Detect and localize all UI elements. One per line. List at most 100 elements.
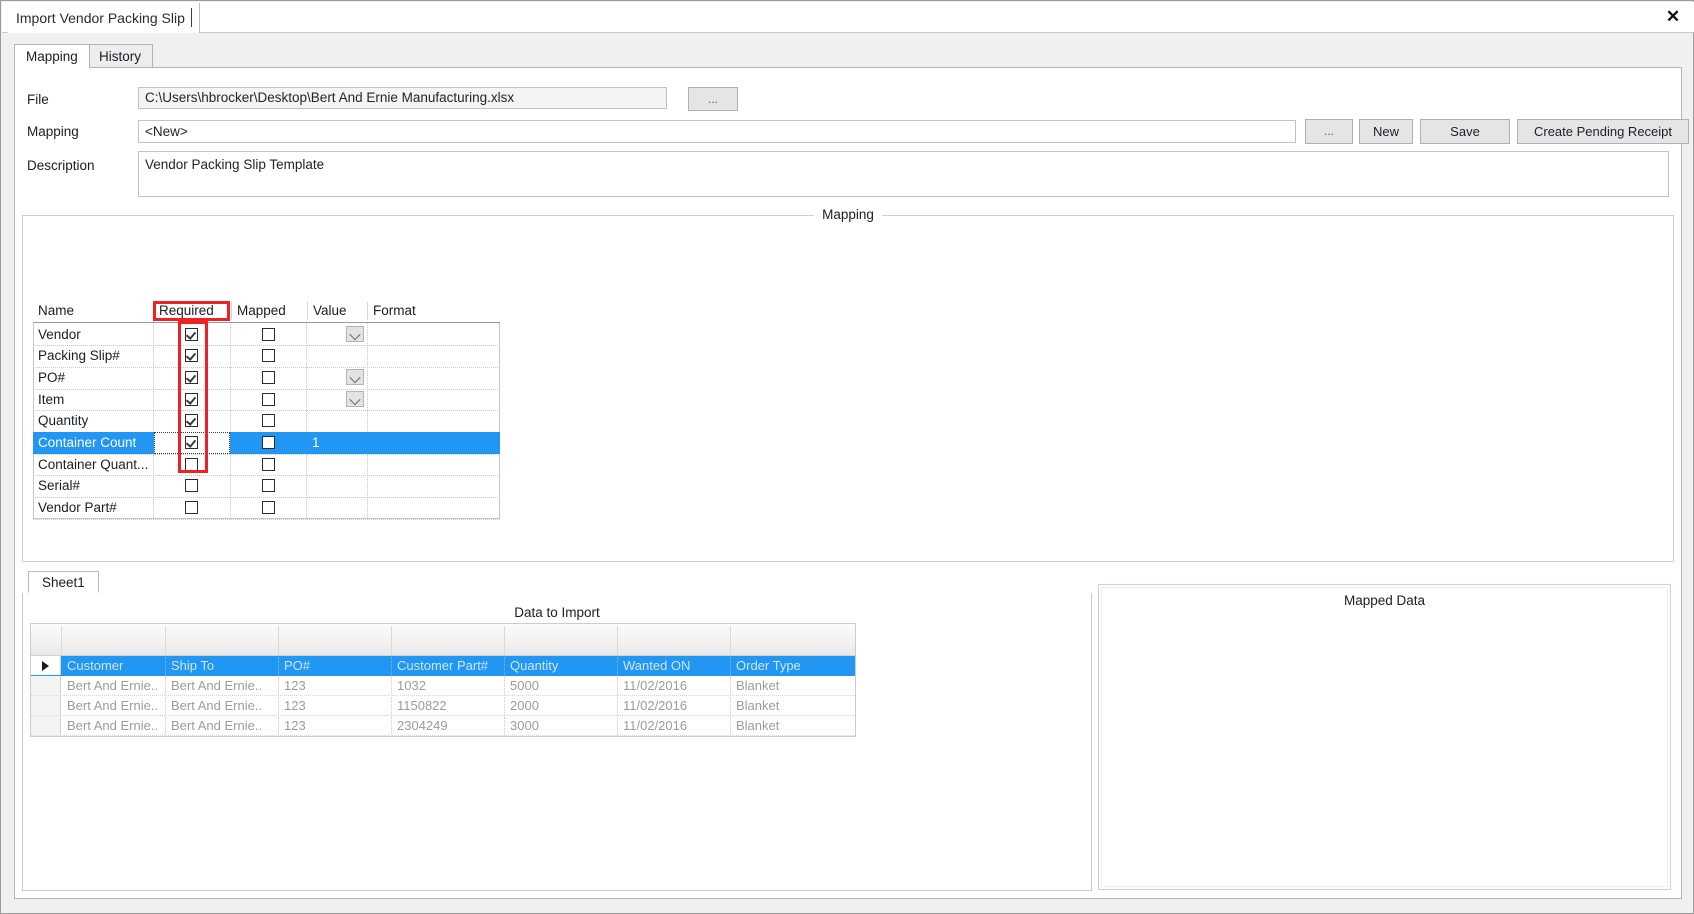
mapped-checkbox[interactable] (262, 414, 275, 428)
column-header-required[interactable]: Required (154, 299, 231, 322)
mapped-checkbox[interactable] (262, 479, 275, 493)
sheet-tab-sheet1[interactable]: Sheet1 (28, 571, 99, 593)
data-grid-cell[interactable]: Blanket (730, 676, 842, 696)
column-header-value[interactable]: Value (308, 299, 367, 322)
mapped-checkbox[interactable] (262, 370, 275, 384)
required-checkbox[interactable] (185, 414, 198, 428)
close-icon[interactable]: ✕ (1660, 5, 1686, 29)
data-grid-cell[interactable]: 2304249 (391, 716, 504, 736)
data-grid-cell[interactable]: Blanket (730, 696, 842, 716)
mapping-row-value[interactable]: 1 (308, 432, 368, 454)
data-grid-cell[interactable]: 3000 (504, 716, 617, 736)
data-grid-rows-host: Customer Ship To PO# Customer Part# Quantity… (31, 656, 855, 736)
value-dropdown-icon[interactable] (346, 368, 364, 385)
data-grid-header-cell: PO# (284, 658, 311, 673)
row-selector[interactable] (31, 716, 61, 735)
new-button[interactable]: New (1359, 119, 1413, 144)
data-grid-cell[interactable]: Bert And Ernie.. (61, 676, 165, 696)
row-selector[interactable] (31, 696, 61, 715)
data-to-import-grid: Customer Ship To PO# Customer Part# Quantity… (30, 623, 856, 737)
mapped-data-panel: Mapped Data (1098, 584, 1671, 890)
mapping-grid-header: Name Required Mapped Value Format (33, 299, 500, 323)
file-path-input[interactable]: C:\Users\hbrocker\Desktop\Bert And Ernie… (138, 87, 667, 109)
data-grid-cell[interactable]: 11/02/2016 (617, 676, 730, 696)
mapping-row-name: Vendor Part# (38, 500, 117, 516)
data-grid-cell[interactable]: 123 (278, 676, 391, 696)
mapped-data-inner-border (1101, 587, 1668, 887)
data-grid-row[interactable]: Bert And Ernie.. Bert And Ernie.. 123 1032 5… (31, 676, 855, 696)
required-checkbox[interactable] (185, 370, 198, 384)
value-dropdown-icon[interactable] (346, 325, 364, 342)
data-grid-cell[interactable]: Bert And Ernie.. (165, 716, 278, 736)
mapped-checkbox[interactable] (262, 501, 275, 515)
file-browse-button[interactable]: ... (688, 87, 738, 111)
column-header-format[interactable]: Format (368, 299, 500, 322)
row-selector-header[interactable] (31, 656, 61, 675)
data-grid-header-cell: Order Type (736, 658, 801, 673)
required-checkbox[interactable] (185, 392, 198, 406)
data-grid-row[interactable]: Bert And Ernie.. Bert And Ernie.. 123 23042… (31, 716, 855, 736)
mapped-data-title: Mapped Data (1343, 593, 1426, 608)
mapping-row-name: Item (38, 391, 65, 407)
data-grid-cell[interactable]: 5000 (504, 676, 617, 696)
data-grid-header-cell: Ship To (171, 658, 215, 673)
data-grid-cell[interactable]: Bert And Ernie.. (61, 696, 165, 716)
data-grid-cell[interactable]: 1032 (391, 676, 504, 696)
data-grid-row[interactable]: Bert And Ernie.. Bert And Ernie.. 123 11508… (31, 696, 855, 716)
mapping-group-title: Mapping (23, 207, 1673, 222)
document-tab-import-vendor-packing-slip[interactable]: Import Vendor Packing Slip (8, 3, 200, 33)
column-header-name[interactable]: Name (33, 299, 153, 322)
mapped-checkbox[interactable] (262, 327, 275, 341)
required-checkbox[interactable] (185, 349, 198, 363)
mapped-checkbox[interactable] (262, 436, 275, 449)
description-label: Description (27, 158, 95, 173)
description-input[interactable]: Vendor Packing Slip Template (138, 151, 1669, 197)
data-grid-cell[interactable]: 123 (278, 716, 391, 736)
row-selector[interactable] (31, 676, 61, 695)
file-label: File (27, 92, 49, 107)
mapping-row-name: Container Count (38, 435, 137, 450)
data-grid-header-cell: Wanted ON (623, 658, 691, 673)
mapped-checkbox[interactable] (262, 349, 275, 363)
data-grid-cell[interactable]: Blanket (730, 716, 842, 736)
mapped-checkbox[interactable] (262, 457, 275, 471)
mapping-browse-button[interactable]: ... (1305, 119, 1353, 144)
data-grid-cell[interactable]: 11/02/2016 (617, 696, 730, 716)
data-to-import-title: Data to Import (514, 605, 600, 620)
data-grid-cell[interactable]: Bert And Ernie.. (165, 696, 278, 716)
grid-row-separator (33, 518, 500, 520)
data-to-import-panel: Data to Import Customer Ship To PO# Custome… (22, 593, 1092, 891)
mapping-label: Mapping (27, 124, 79, 139)
value-dropdown-icon[interactable] (346, 390, 364, 407)
text-caret (191, 8, 192, 27)
data-grid-header-row[interactable]: Customer Ship To PO# Customer Part# Quantity… (31, 656, 855, 676)
data-grid-cell[interactable]: Bert And Ernie.. (165, 676, 278, 696)
data-grid-cell[interactable]: 2000 (504, 696, 617, 716)
data-grid-cell[interactable]: 123 (278, 696, 391, 716)
data-grid-header-cell: Customer (67, 658, 124, 673)
required-checkbox[interactable] (185, 501, 198, 515)
mapped-checkbox[interactable] (262, 392, 275, 406)
mapping-name-input[interactable]: <New> (138, 120, 1296, 143)
title-bar: Import Vendor Packing Slip ✕ (2, 2, 1694, 33)
save-button[interactable]: Save (1420, 119, 1510, 144)
bottom-split-area: Sheet1 Data to Import Customer Ship To PO#… (15, 565, 1681, 898)
data-grid-cell[interactable]: Bert And Ernie.. (61, 716, 165, 736)
required-checkbox[interactable] (185, 327, 198, 341)
required-checkbox[interactable] (185, 436, 198, 449)
mapping-row-name: Serial# (38, 478, 81, 494)
column-header-mapped[interactable]: Mapped (232, 299, 307, 322)
data-grid-blank-header[interactable] (31, 624, 855, 656)
mapping-tab-page: File C:\Users\hbrocker\Desktop\Bert And … (14, 67, 1689, 899)
create-pending-receipt-button[interactable]: Create Pending Receipt (1517, 119, 1689, 144)
mapping-row-name: Container Quant... (38, 456, 149, 472)
data-grid-cell[interactable]: 11/02/2016 (617, 716, 730, 736)
required-checkbox[interactable] (185, 457, 198, 471)
mapping-row-name: Packing Slip# (38, 348, 120, 364)
tab-history[interactable]: History (87, 44, 154, 67)
tab-mapping[interactable]: Mapping (14, 44, 90, 68)
mapping-group-title-text: Mapping (814, 207, 882, 222)
mapping-group-box: Mapping Name Required Mapped Value Forma… (22, 207, 1674, 562)
data-grid-cell[interactable]: 1150822 (391, 696, 504, 716)
required-checkbox[interactable] (185, 479, 198, 493)
